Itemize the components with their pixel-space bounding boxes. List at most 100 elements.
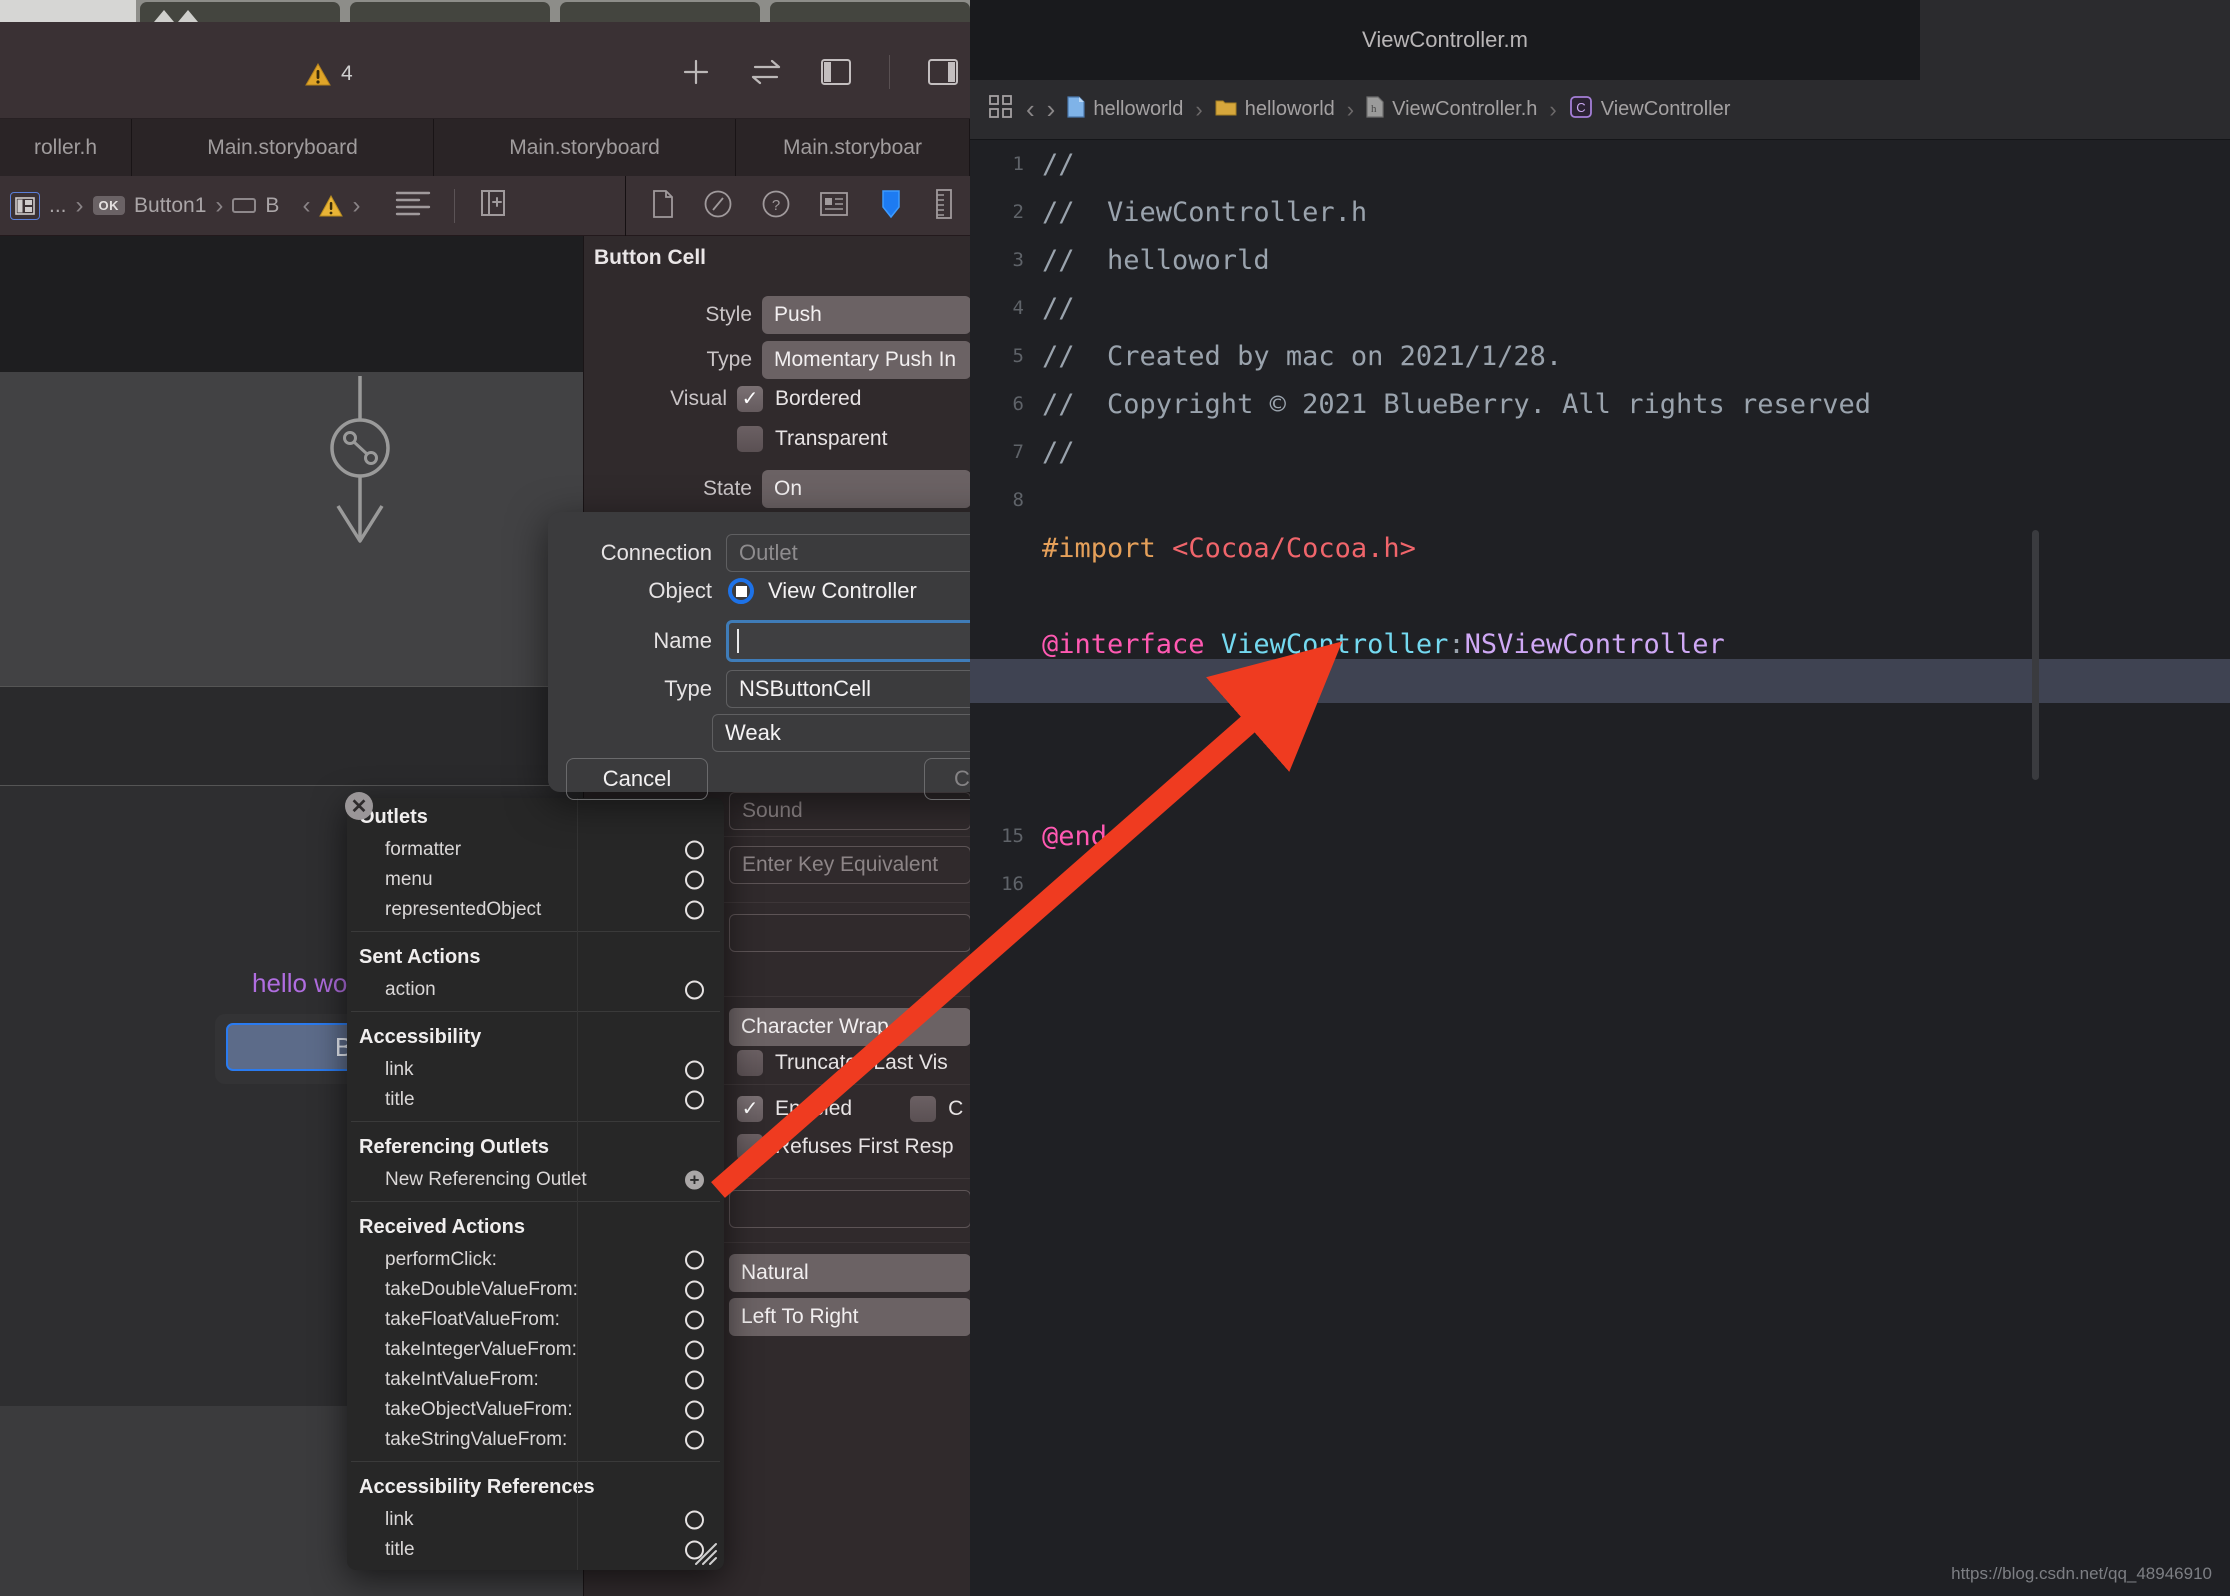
breadcrumb-folder[interactable]: helloworld (1215, 97, 1335, 123)
refuses-first-responder-checkbox[interactable] (737, 1134, 763, 1160)
connection-well-icon[interactable] (685, 1430, 704, 1450)
code-token: <Cocoa/Cocoa.h> (1172, 532, 1416, 564)
connection-well-icon[interactable] (685, 840, 704, 860)
style-dropdown[interactable]: Push (762, 296, 971, 334)
line-number: 4 (1012, 297, 1024, 319)
text-direction-dropdown[interactable]: Left To Right (729, 1298, 971, 1336)
code-editor-tab[interactable]: ViewController.m (970, 0, 1920, 80)
size-inspector-icon[interactable] (934, 188, 954, 224)
accessibility-reference-item[interactable]: link (347, 1505, 724, 1535)
bordered-checkbox[interactable]: ✓ (737, 386, 763, 412)
received-action-item[interactable]: takeIntValueFrom: (347, 1365, 724, 1395)
truncates-last-visible-line-checkbox[interactable] (737, 1050, 763, 1076)
plus-icon[interactable] (681, 57, 711, 87)
state-dropdown[interactable]: On (762, 470, 971, 508)
received-action-item[interactable]: takeStringValueFrom: (347, 1425, 724, 1455)
continuous-checkbox[interactable] (910, 1096, 937, 1122)
help-icon[interactable]: ? (762, 190, 790, 223)
breadcrumb-label: helloworld (1244, 98, 1335, 120)
add-constraints-icon[interactable] (478, 188, 508, 223)
connection-well-icon[interactable] (685, 1310, 704, 1330)
type-dropdown[interactable]: Momentary Push In (762, 341, 971, 379)
alignment-dropdown[interactable]: Natural (729, 1254, 971, 1292)
breadcrumb-header-file[interactable]: h ViewController.h (1366, 95, 1537, 125)
received-action-item[interactable]: takeFloatValueFrom: (347, 1305, 724, 1335)
editor-tab[interactable]: Main.storyboar (736, 119, 970, 176)
code-text-area[interactable]: 1 // 2 // ViewController.h 3 // helloworld 4 //… (970, 140, 2230, 1596)
warnings-status[interactable]: 4 (305, 62, 353, 86)
line-number: 16 (1001, 873, 1024, 895)
toolbar-divider (889, 55, 890, 89)
identity-inspector-icon[interactable] (820, 191, 848, 222)
forward-chevron-icon[interactable]: › (1047, 94, 1056, 125)
jump-bar-ellipsis[interactable]: ... (49, 194, 67, 218)
connection-well-icon[interactable] (685, 1060, 704, 1080)
accessibility-reference-item[interactable]: title (347, 1535, 724, 1565)
breadcrumb-project[interactable]: helloworld (1067, 95, 1183, 125)
related-items-icon[interactable] (988, 94, 1014, 125)
line-number: 15 (1001, 825, 1024, 847)
code-scrollbar[interactable] (2032, 530, 2039, 780)
type-combo-box[interactable]: NSButtonCell ▾ (726, 670, 1009, 708)
jump-bar-scene[interactable]: Button1 (134, 194, 206, 218)
accessibility-item[interactable]: link (347, 1055, 724, 1085)
warning-triangle-icon[interactable] (319, 194, 344, 217)
editor-tab[interactable]: Main.storyboard (132, 119, 434, 176)
file-inspector-icon[interactable] (652, 189, 674, 223)
outlet-item[interactable]: representedObject (347, 895, 724, 925)
quick-help-icon[interactable] (704, 190, 732, 223)
breadcrumb-class[interactable]: C ViewController (1569, 95, 1730, 125)
next-issue-icon[interactable]: › (352, 192, 360, 220)
connection-well-icon[interactable] (685, 1340, 704, 1360)
connection-well-icon[interactable] (685, 980, 704, 1000)
connection-well-icon[interactable] (685, 1280, 704, 1300)
resize-grip-icon[interactable] (692, 1540, 718, 1566)
plus-connection-icon[interactable]: + (685, 1170, 704, 1190)
key-equivalent-field[interactable]: Enter Key Equivalent (729, 846, 971, 884)
line-break-dropdown[interactable]: Character Wrap (729, 1008, 971, 1046)
attributes-inspector-icon[interactable] (878, 189, 904, 224)
editor-tab[interactable]: roller.h (0, 119, 132, 176)
code-token: // helloworld (1042, 244, 1270, 276)
accessibility-item[interactable]: title (347, 1085, 724, 1115)
connection-well-icon[interactable] (685, 1400, 704, 1420)
outlet-item[interactable]: menu (347, 865, 724, 895)
connections-popup-panel[interactable]: Outlets formatter menu representedObject… (347, 798, 724, 1570)
tag-field[interactable] (729, 1190, 971, 1228)
left-panel-icon[interactable] (821, 59, 851, 85)
editor-tab[interactable]: Main.storyboard (434, 119, 736, 176)
previous-issue-icon[interactable]: ‹ (302, 192, 310, 220)
object-label: Object (648, 578, 712, 603)
connection-well-icon[interactable] (685, 1510, 704, 1530)
name-input[interactable] (726, 620, 1009, 662)
code-line-text: // Created by mac on 2021/1/28. (1042, 341, 1562, 372)
code-line-text: // (1042, 437, 1075, 468)
sent-action-item[interactable]: action (347, 975, 724, 1005)
connection-well-icon[interactable] (685, 870, 704, 890)
received-action-item[interactable]: takeIntegerValueFrom: (347, 1335, 724, 1365)
enabled-checkbox[interactable]: ✓ (737, 1096, 763, 1122)
assistant-editor-icon[interactable] (10, 191, 40, 220)
new-referencing-outlet-item[interactable]: New Referencing Outlet + (347, 1165, 724, 1195)
received-action-item[interactable]: takeDoubleValueFrom: (347, 1275, 724, 1305)
outlet-item[interactable]: formatter (347, 835, 724, 865)
connection-well-icon[interactable] (685, 1250, 704, 1270)
connection-well-icon[interactable] (685, 1370, 704, 1390)
received-action-item[interactable]: takeObjectValueFrom: (347, 1395, 724, 1425)
back-chevron-icon[interactable]: ‹ (1026, 94, 1035, 125)
connection-type-dropdown[interactable]: Outlet ▲▼ (726, 534, 1009, 572)
received-action-item[interactable]: performClick: (347, 1245, 724, 1275)
connection-well-icon[interactable] (685, 1090, 704, 1110)
transparent-checkbox[interactable] (737, 426, 763, 452)
alignment-icon[interactable] (395, 189, 431, 222)
jump-bar-element[interactable]: B (265, 194, 279, 218)
storage-dropdown[interactable]: Weak ▲▼ (712, 714, 995, 752)
desktop-finder-window (0, 0, 136, 24)
close-x-icon[interactable]: ✕ (345, 792, 373, 820)
swap-arrows-icon[interactable] (749, 59, 783, 85)
cancel-button[interactable]: Cancel (566, 758, 708, 800)
right-panel-icon[interactable] (928, 59, 958, 85)
title-field[interactable] (729, 914, 971, 952)
connection-well-icon[interactable] (685, 900, 704, 920)
